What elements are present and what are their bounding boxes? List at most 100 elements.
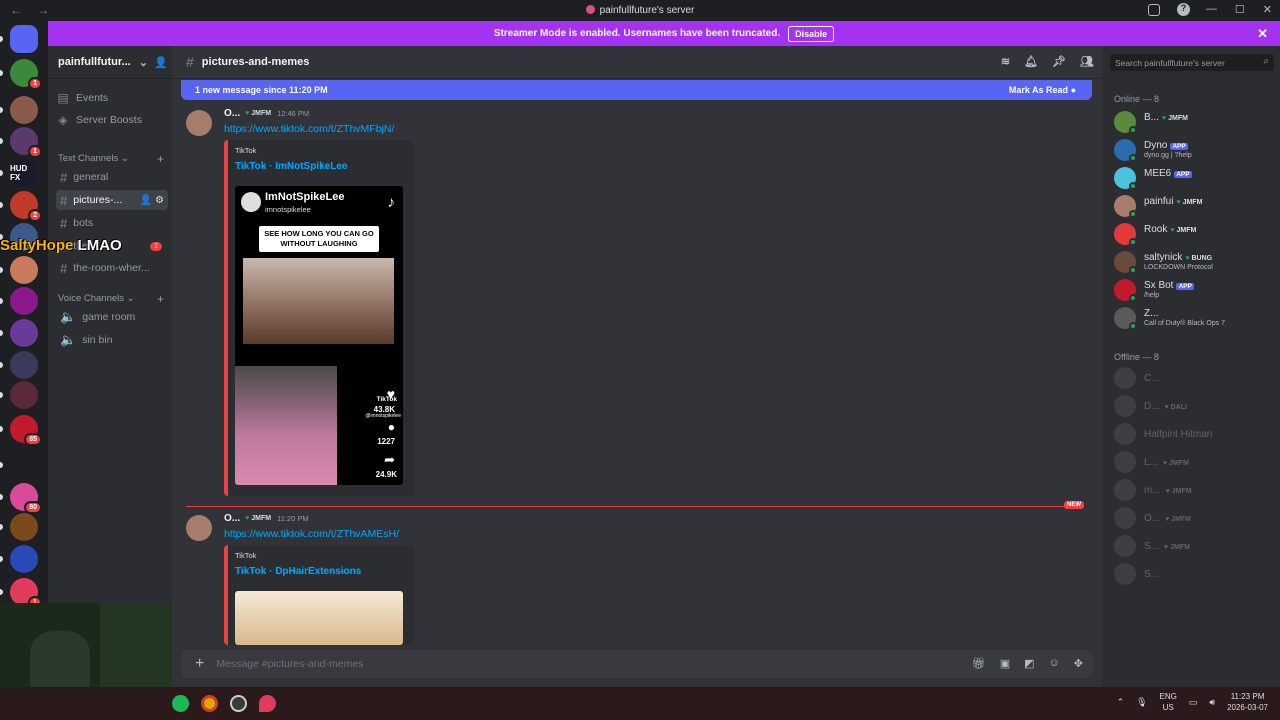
message-composer[interactable]: + Message #pictures-and-memes 🎁︎ ▣ ◩ ☺ ✥	[181, 650, 1093, 678]
server-icon[interactable]	[10, 513, 38, 541]
channel-settings-icon[interactable]: 👤 ⚙	[140, 195, 164, 206]
chevron-down-icon: ⌄	[126, 293, 135, 304]
text-channel-2[interactable]: # bots	[56, 213, 168, 233]
server-icon[interactable]: 1	[10, 59, 42, 90]
member-item[interactable]: MEE6 APP	[1114, 167, 1274, 191]
discord-home-icon[interactable]	[10, 25, 38, 53]
embed-video[interactable]: ImNotSpikeLee imnotspikelee ♪ SEE HOW LO…	[235, 186, 403, 485]
volume-icon[interactable]: 🔊︎	[1209, 697, 1215, 708]
avatar	[1114, 367, 1136, 389]
server-icon[interactable]	[10, 545, 38, 573]
member-item[interactable]: m... ♥ JMFM	[1114, 479, 1274, 503]
add-channel-icon[interactable]: +	[157, 292, 164, 306]
member-item[interactable]: L... ♥ JMFM	[1114, 451, 1274, 475]
avatar[interactable]	[186, 110, 212, 136]
network-icon[interactable]: ▭	[1189, 697, 1198, 708]
text-channel-4[interactable]: # the-room-wher...	[56, 258, 168, 278]
new-messages-bar[interactable]: 1 new message since 11:20 PM Mark As Rea…	[181, 80, 1092, 100]
invite-icon[interactable]: 👤	[154, 56, 168, 69]
text-channel-1[interactable]: # pictures-... 👤 ⚙	[56, 190, 168, 210]
server-icon[interactable]: 85	[10, 415, 42, 446]
server-icon[interactable]	[10, 351, 38, 379]
disable-button[interactable]: Disable	[788, 25, 835, 42]
member-item[interactable]: saltynick ♥ BUNG LOCKDOWN Protocol	[1114, 251, 1274, 275]
share-icon[interactable]: ➦	[384, 452, 395, 468]
server-icon[interactable]	[10, 451, 38, 479]
member-activity: /help	[1144, 292, 1160, 299]
emoji-icon[interactable]: ☺	[1049, 657, 1060, 670]
member-item[interactable]: D... ♥ DALI	[1114, 395, 1274, 419]
voice-channels-category[interactable]: Voice Channels ⌄ +	[58, 292, 164, 306]
help-icon[interactable]: ?	[1177, 3, 1190, 16]
member-item[interactable]: S... ♥ JMFM	[1114, 535, 1274, 559]
microphone-icon[interactable]: 🎙︎	[1136, 697, 1147, 708]
server-icon[interactable]: 80	[10, 483, 42, 514]
pin-icon[interactable]: 📌︎	[1052, 55, 1066, 68]
member-item[interactable]: Halfpint Hitman	[1114, 423, 1274, 447]
threads-icon[interactable]: ≋	[1001, 55, 1010, 68]
minimize-icon[interactable]: —	[1206, 3, 1217, 16]
gift-icon[interactable]: 🎁︎	[972, 657, 986, 670]
member-item[interactable]: Z... Call of Duty® Black Ops 7	[1114, 307, 1274, 331]
server-boosts-item[interactable]: ◈ Server Boosts	[56, 110, 166, 130]
voice-channel-sin-bin[interactable]: 🔈 sin bin	[56, 330, 168, 350]
server-icon[interactable]	[10, 256, 38, 284]
apps-icon[interactable]: ✥	[1074, 657, 1083, 670]
speaker-icon: 🔈	[60, 332, 77, 347]
member-item[interactable]: Sx Bot APP/help	[1114, 279, 1274, 303]
language-indicator[interactable]: ENG US	[1160, 691, 1177, 713]
sticker-icon[interactable]: ◩	[1024, 657, 1034, 670]
text-channel-0[interactable]: # general	[56, 167, 168, 187]
app-icon[interactable]	[259, 695, 276, 712]
comment-icon[interactable]: ●	[388, 420, 395, 434]
close-window-icon[interactable]: ✕	[1263, 3, 1272, 16]
chevron-up-icon[interactable]: ⌃	[1117, 697, 1125, 708]
member-item[interactable]: Dyno APP dyno.gg | ?help	[1114, 139, 1274, 163]
server-icon[interactable]	[10, 381, 38, 409]
gif-icon[interactable]: ▣	[1000, 657, 1010, 670]
member-item[interactable]: B... ♥ JMFM	[1114, 111, 1274, 135]
spotify-icon[interactable]	[172, 695, 189, 712]
online-header: Online — 8	[1114, 94, 1160, 104]
events-item[interactable]: ▤ Events	[56, 88, 166, 108]
server-icon[interactable]: HUD FX	[10, 159, 38, 187]
message-author[interactable]: O...	[224, 108, 240, 119]
voice-channel-game-room[interactable]: 🔈 game room	[56, 307, 168, 327]
chrome-icon[interactable]	[201, 695, 218, 712]
member-item[interactable]: Rook ♥ JMFM	[1114, 223, 1274, 247]
server-header[interactable]: painfullfutur... ⌄ 👤	[48, 46, 172, 79]
server-icon[interactable]	[10, 96, 38, 124]
message-author[interactable]: O...	[224, 513, 240, 524]
member-item[interactable]: S...	[1114, 563, 1274, 587]
inbox-icon[interactable]	[1148, 4, 1160, 16]
embed-video[interactable]	[235, 591, 403, 645]
avatar[interactable]	[186, 515, 212, 541]
members-icon[interactable]: 👥︎	[1080, 55, 1094, 68]
server-icon[interactable]	[10, 287, 38, 315]
member-item[interactable]: C...	[1114, 367, 1274, 391]
add-channel-icon[interactable]: +	[157, 152, 164, 166]
channel-label: general	[73, 171, 109, 183]
member-item[interactable]: O... ♥ JMFM	[1114, 507, 1274, 531]
server-icon[interactable]: 1	[10, 578, 42, 609]
server-icon[interactable]	[10, 319, 38, 347]
mention-badge: 80	[24, 501, 42, 514]
bell-icon[interactable]: 🔔︎	[1024, 55, 1038, 68]
mark-as-read-button[interactable]: Mark As Read ●	[1009, 85, 1076, 95]
add-attachment-icon[interactable]: +	[195, 655, 204, 673]
embed-title[interactable]: TikTok · DpHairExtensions	[235, 566, 361, 577]
message-link[interactable]: https://www.tiktok.com/t/ZThvMFbjN/	[224, 123, 394, 135]
member-item[interactable]: painfui ♥ JMFM	[1114, 195, 1274, 219]
server-icon[interactable]: 2	[10, 191, 42, 222]
message-link[interactable]: https://www.tiktok.com/t/ZThvAMEsH/	[224, 528, 399, 540]
text-channels-category[interactable]: Text Channels ⌄ +	[58, 152, 164, 166]
clock-time: 11:23 PM	[1230, 692, 1265, 701]
clock[interactable]: 11:23 PM 2026-03-07	[1227, 691, 1268, 713]
maximize-icon[interactable]: ☐	[1235, 3, 1245, 16]
obs-icon[interactable]	[230, 695, 247, 712]
search-input[interactable]: Search painfullfuture's server ⌕	[1110, 54, 1274, 71]
close-icon[interactable]: ✕	[1257, 26, 1268, 42]
role-tag: JMFM	[1176, 227, 1197, 234]
embed-title[interactable]: TikTok · ImNotSpikeLee	[235, 161, 347, 172]
server-icon[interactable]: 1	[10, 127, 42, 158]
